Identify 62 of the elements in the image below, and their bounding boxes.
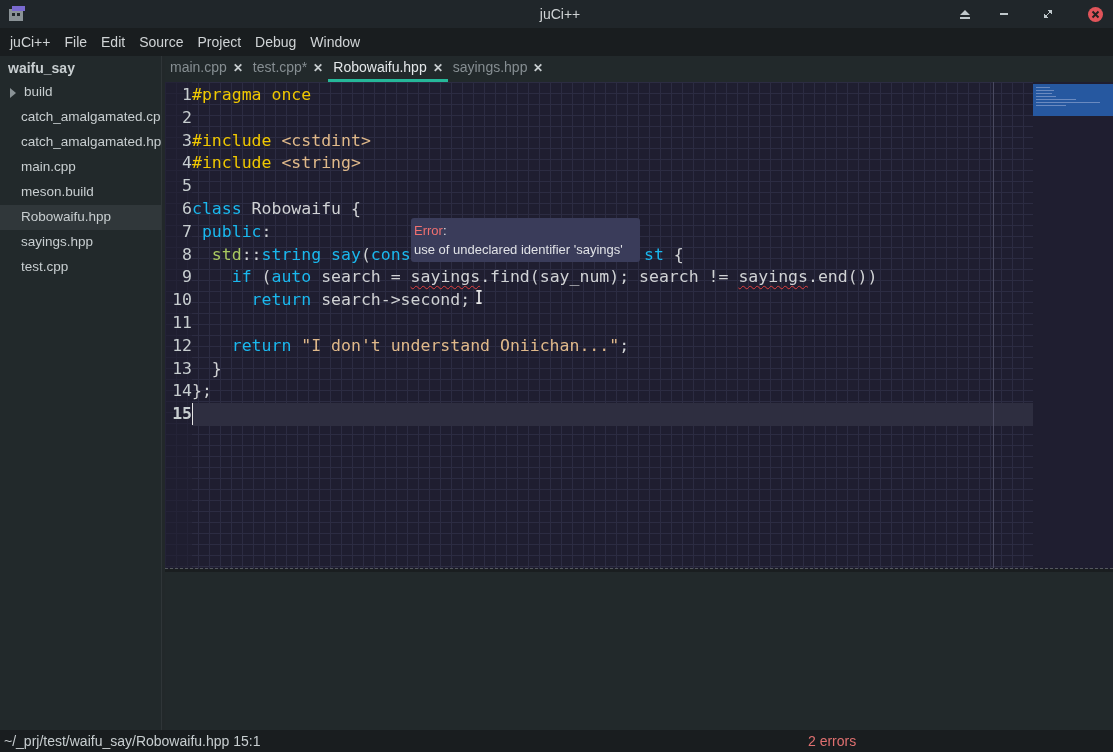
code-line: return search->second; — [250, 290, 471, 310]
line-number: 13 — [171, 357, 192, 380]
menu-item[interactable]: Edit — [94, 31, 133, 53]
close-icon[interactable] — [1088, 6, 1103, 22]
error-count: 2 errors — [808, 731, 857, 751]
file-path-status: ~/_prj/test/waifu_say/Robowaifu.hpp 15:1 — [3, 731, 261, 751]
close-tab-icon[interactable]: ✕ — [232, 58, 243, 77]
project-title: waifu_say — [7, 58, 76, 78]
menu-item[interactable]: Window — [303, 31, 368, 53]
window-title: juCi++ — [538, 4, 582, 24]
code-line: return "I don't understand Oniichan..."; — [230, 335, 630, 355]
code-line: #pragma once — [192, 85, 312, 104]
menu-item[interactable]: File — [57, 31, 95, 53]
code-line: } — [210, 358, 222, 378]
text-cursor-icon — [475, 290, 483, 304]
code-line: if (auto search = sayings.find(say_num); search != sayings.end()) — [230, 267, 878, 287]
code-line: public: — [200, 221, 272, 241]
eject-icon[interactable] — [960, 9, 970, 19]
tree-item[interactable]: catch_amalgamated.cp — [0, 105, 161, 130]
menu-item[interactable]: Debug — [248, 31, 304, 53]
tree-item[interactable]: main.cpp — [0, 155, 161, 180]
close-tab-icon[interactable]: ✕ — [313, 58, 324, 77]
close-tab-icon[interactable]: ✕ — [533, 58, 544, 77]
maximize-icon[interactable] — [1044, 10, 1052, 18]
folder-tree-item[interactable]: build — [0, 80, 161, 105]
menu-item[interactable]: Source — [132, 31, 191, 53]
code-line: #include <cstdint> — [192, 130, 371, 150]
tree-item[interactable]: catch_amalgamated.hp — [0, 130, 161, 155]
line-number: 1 — [181, 84, 192, 106]
tree-item[interactable]: meson.build — [0, 180, 161, 205]
line-number: 5 — [181, 175, 192, 198]
tree-item[interactable]: Robowaifu.hpp — [0, 205, 161, 230]
code-line: class Robowaifu { — [192, 199, 361, 218]
line-number: 15 — [171, 403, 192, 426]
code-line: #include <string> — [192, 153, 361, 173]
file-tab[interactable]: sayings.hpp ✕ — [447, 56, 549, 82]
line-number: 3 — [181, 129, 192, 152]
menu-item[interactable]: juCi++ — [3, 31, 58, 53]
error-tooltip: Error: use of undeclared identifier 'sayings' — [411, 218, 640, 262]
code-line: st { — [644, 243, 684, 266]
line-number: 2 — [181, 106, 192, 129]
line-number: 6 — [181, 198, 192, 220]
close-tab-icon[interactable]: ✕ — [432, 58, 443, 77]
code-line: std::string say(cons — [210, 244, 411, 264]
line-number: 4 — [181, 152, 192, 175]
line-number: 11 — [171, 311, 192, 334]
file-tab[interactable]: test.cpp* ✕ — [247, 56, 329, 82]
line-number: 8 — [181, 243, 192, 266]
caret-right-icon[interactable] — [10, 87, 16, 98]
line-number: 14 — [171, 380, 192, 403]
minimap-drawing[interactable] — [1033, 82, 1113, 568]
tree-item[interactable]: sayings.hpp — [0, 230, 161, 255]
code-line: }; — [192, 381, 212, 401]
menu-item[interactable]: Project — [190, 31, 249, 53]
line-number: 12 — [171, 334, 192, 357]
tree-item[interactable]: test.cpp — [0, 255, 161, 280]
line-number: 10 — [171, 289, 192, 312]
file-tab[interactable]: main.cpp ✕ — [165, 56, 248, 82]
line-number: 7 — [181, 220, 192, 243]
line-number: 9 — [181, 266, 192, 289]
code-editor[interactable] — [165, 82, 1113, 569]
app-logo-icon — [8, 6, 26, 22]
